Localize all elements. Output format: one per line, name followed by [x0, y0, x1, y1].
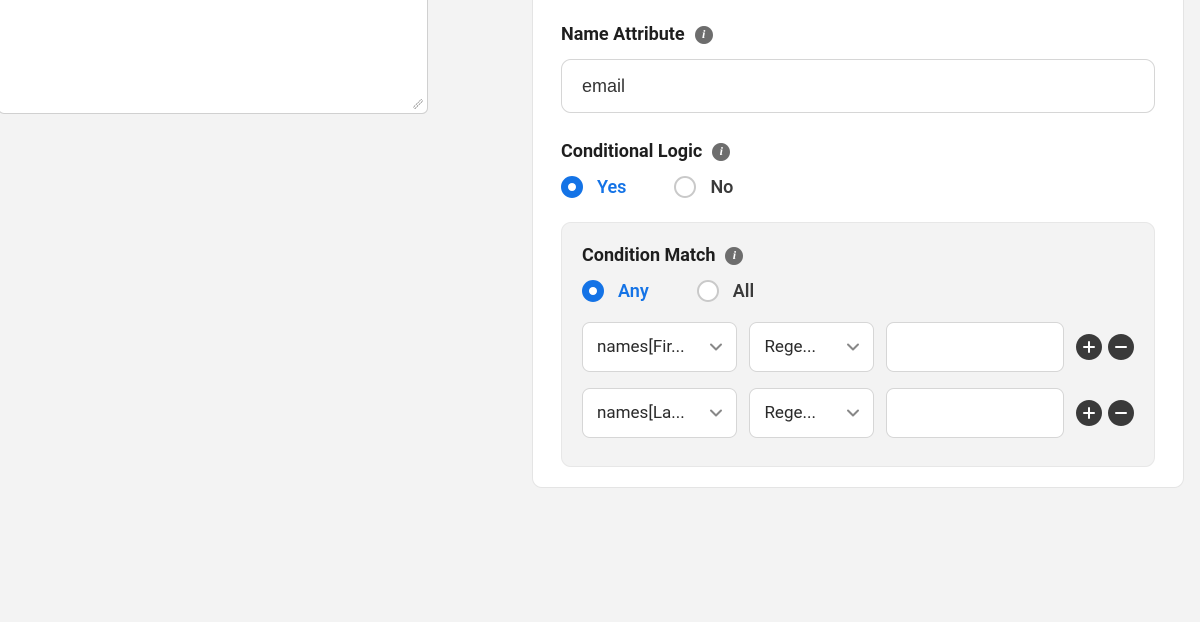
condition-match-radio-any[interactable]: Any [582, 280, 649, 302]
name-attribute-label-row: Name Attribute i [561, 24, 1155, 45]
condition-row: names[La... Rege... [582, 388, 1134, 438]
radio-indicator [674, 176, 696, 198]
radio-indicator [697, 280, 719, 302]
condition-operator-select[interactable]: Rege... [749, 322, 874, 372]
condition-row: names[Fir... Rege... [582, 322, 1134, 372]
chevron-down-icon [845, 339, 861, 355]
name-attribute-block: Name Attribute i [561, 0, 1155, 113]
condition-match-radio-all[interactable]: All [697, 280, 754, 302]
radio-indicator [561, 176, 583, 198]
conditional-logic-label-row: Conditional Logic i [561, 141, 1155, 162]
radio-label: No [710, 177, 733, 198]
left-textarea[interactable] [0, 0, 428, 114]
select-value: names[La... [597, 403, 702, 423]
info-icon[interactable]: i [695, 26, 713, 44]
radio-label: All [733, 281, 754, 302]
settings-panel: Name Attribute i Conditional Logic i Yes… [532, 0, 1184, 488]
conditional-logic-radio-no[interactable]: No [674, 176, 733, 198]
conditional-logic-radio-yes[interactable]: Yes [561, 176, 626, 198]
condition-match-radios: Any All [582, 280, 1134, 302]
condition-match-panel: Condition Match i Any All names[Fir... [561, 222, 1155, 467]
row-buttons [1076, 400, 1134, 426]
condition-value-input[interactable] [886, 388, 1064, 438]
select-value: Rege... [764, 337, 839, 357]
select-value: names[Fir... [597, 337, 702, 357]
left-column [0, 0, 432, 622]
name-attribute-label: Name Attribute [561, 24, 685, 45]
radio-indicator [582, 280, 604, 302]
row-buttons [1076, 334, 1134, 360]
remove-condition-button[interactable] [1108, 334, 1134, 360]
condition-field-select[interactable]: names[Fir... [582, 322, 737, 372]
name-attribute-input[interactable] [561, 59, 1155, 113]
condition-field-select[interactable]: names[La... [582, 388, 737, 438]
condition-match-label-row: Condition Match i [582, 245, 1134, 266]
add-condition-button[interactable] [1076, 400, 1102, 426]
add-condition-button[interactable] [1076, 334, 1102, 360]
info-icon[interactable]: i [712, 143, 730, 161]
conditional-logic-block: Conditional Logic i Yes No [561, 113, 1155, 198]
condition-rows: names[Fir... Rege... [582, 322, 1134, 438]
select-value: Rege... [764, 403, 839, 423]
condition-match-label: Condition Match [582, 245, 715, 266]
conditional-logic-radios: Yes No [561, 176, 1155, 198]
chevron-down-icon [845, 405, 861, 421]
radio-label: Any [618, 281, 649, 302]
info-icon[interactable]: i [725, 247, 743, 265]
radio-label: Yes [597, 177, 626, 198]
chevron-down-icon [708, 339, 724, 355]
chevron-down-icon [708, 405, 724, 421]
condition-value-input[interactable] [886, 322, 1064, 372]
settings-panel-wrap: Name Attribute i Conditional Logic i Yes… [508, 0, 1200, 622]
conditional-logic-label: Conditional Logic [561, 141, 702, 162]
remove-condition-button[interactable] [1108, 400, 1134, 426]
condition-operator-select[interactable]: Rege... [749, 388, 874, 438]
